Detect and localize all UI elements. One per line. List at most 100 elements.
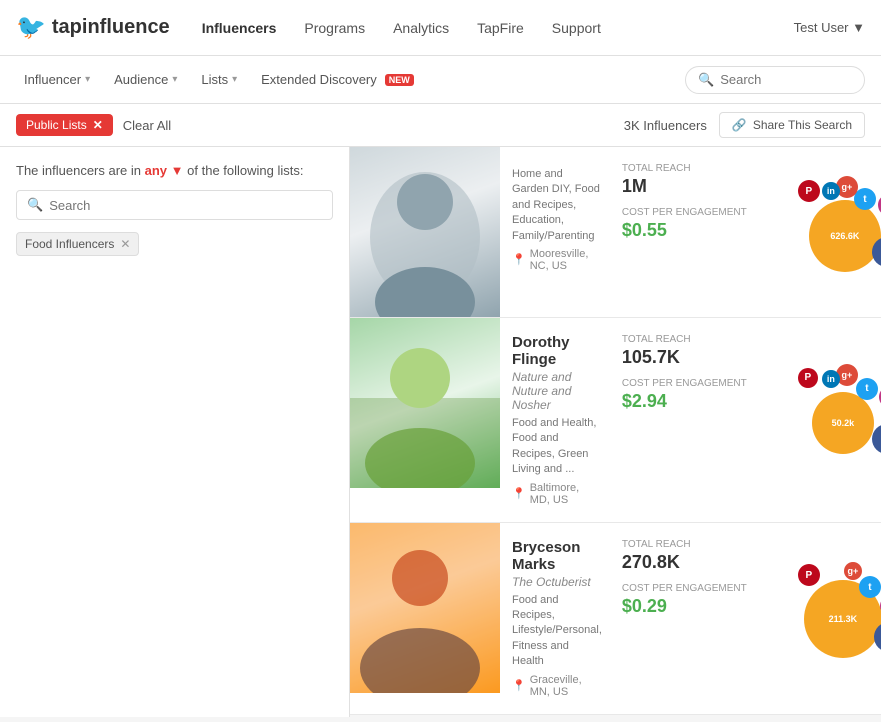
cpe-label: Cost per Engagement (622, 378, 766, 389)
total-reach-value: 270.8K (622, 552, 766, 573)
location-icon: 📍 (512, 253, 526, 266)
influencer-name: Dorothy Flinge (512, 334, 602, 368)
influencer-photo (350, 147, 500, 317)
logo[interactable]: 🐦 tapinfluence (16, 13, 170, 42)
bubble-container: 50.2k f t 📷 g+ in P (784, 360, 881, 480)
user-menu[interactable]: Test User ▼ (794, 20, 865, 35)
chevron-down-icon: ▾ (232, 74, 237, 85)
influencer-info: Dorothy Flinge Nature and Nuture and Nos… (500, 318, 614, 522)
influencer-name: Bryceson Marks (512, 539, 602, 573)
chevron-down-icon: ▾ (172, 74, 177, 85)
left-panel: The influencers are in any ▼ of the foll… (0, 147, 350, 717)
top-nav: 🐦 tapinfluence Influencers Programs Anal… (0, 0, 881, 56)
sub-nav-extended-discovery[interactable]: Extended Discovery NEW (253, 68, 422, 91)
cpe-value: $0.55 (622, 220, 766, 241)
sub-nav-lists[interactable]: Lists ▾ (193, 68, 245, 91)
bubble-container: 626.6K f t 📷 ▶ g+ in P (784, 172, 881, 292)
sub-nav-right: 🔍 (685, 66, 865, 94)
home-bubble[interactable]: 50.2k (812, 392, 874, 454)
search-icon: 🔍 (27, 197, 43, 213)
filter-right: 3K Influencers 🔗 Share This Search (624, 112, 865, 138)
share-button-label: Share This Search (753, 118, 852, 132)
clear-all-button[interactable]: Clear All (123, 118, 171, 133)
bubble-container: 211.3K f t 📷 g+ P (784, 558, 881, 678)
chevron-down-icon: ▾ (85, 74, 90, 85)
influencer-stats: Total Reach 270.8K Cost per Engagement $… (614, 523, 774, 714)
nav-item-influencers[interactable]: Influencers (202, 16, 277, 40)
cpe-label: Cost per Engagement (622, 583, 766, 594)
googleplus-bubble[interactable]: g+ (844, 562, 862, 580)
influencer-photo (350, 318, 500, 522)
location-icon: 📍 (512, 679, 526, 692)
filter-tag-label: Public Lists (26, 118, 87, 132)
influencer-location: 📍 Mooresville, NC, US (512, 248, 602, 272)
twitter-bubble[interactable]: t (854, 188, 876, 210)
content-area: The influencers are in any ▼ of the foll… (0, 147, 881, 717)
influencer-stats: Total Reach 105.7K Cost per Engagement $… (614, 318, 774, 522)
list-tag-close-icon[interactable]: ✕ (120, 237, 130, 251)
twitter-bubble[interactable]: t (856, 378, 878, 400)
nav-item-tapfire[interactable]: TapFire (477, 16, 524, 40)
nav-item-analytics[interactable]: Analytics (393, 16, 449, 40)
cpe-value: $0.29 (622, 596, 766, 617)
sub-nav: Influencer ▾ Audience ▾ Lists ▾ Extended… (0, 56, 881, 104)
nav-item-support[interactable]: Support (552, 16, 601, 40)
location-icon: 📍 (512, 487, 526, 500)
logo-icon: 🐦 (16, 13, 46, 42)
sub-nav-extended-label: Extended Discovery (261, 72, 377, 87)
influencer-card: Home and Garden DIY, Food and Recipes, E… (350, 147, 881, 318)
influencer-info: Bryceson Marks The Octuberist Food and R… (500, 523, 614, 714)
cpe-value: $2.94 (622, 391, 766, 412)
search-input[interactable] (720, 72, 840, 87)
list-search-box[interactable]: 🔍 (16, 190, 333, 220)
home-bubble[interactable]: 626.6K (809, 200, 881, 272)
sub-nav-influencer-label: Influencer (24, 72, 81, 87)
linkedin-bubble[interactable]: in (822, 370, 840, 388)
influencer-stats: Total Reach 1M Cost per Engagement $0.55 (614, 147, 774, 317)
influencer-card: Dorothy Flinge Nature and Nuture and Nos… (350, 318, 881, 523)
pinterest-bubble[interactable]: P (798, 368, 818, 388)
social-bubbles: 626.6K f t 📷 ▶ g+ in P (774, 147, 881, 317)
influencer-count: 3K Influencers (624, 118, 707, 133)
list-search-input[interactable] (49, 198, 322, 213)
main-nav: Influencers Programs Analytics TapFire S… (202, 16, 794, 40)
influencer-card: Bryceson Marks The Octuberist Food and R… (350, 523, 881, 715)
sub-nav-audience[interactable]: Audience ▾ (106, 68, 185, 91)
pinterest-bubble[interactable]: P (798, 564, 820, 586)
search-icon: 🔍 (698, 72, 714, 88)
cpe-label: Cost per Engagement (622, 207, 766, 218)
influencer-info: Home and Garden DIY, Food and Recipes, E… (500, 147, 614, 317)
twitter-bubble[interactable]: t (859, 576, 881, 598)
nav-item-programs[interactable]: Programs (304, 16, 365, 40)
total-reach-value: 105.7K (622, 347, 766, 368)
sub-nav-influencer[interactable]: Influencer ▾ (16, 68, 98, 91)
share-icon: 🔗 (732, 118, 747, 132)
pinterest-bubble[interactable]: P (798, 180, 820, 202)
total-reach-label: Total Reach (622, 163, 766, 174)
new-badge: NEW (385, 74, 414, 86)
social-bubbles: 50.2k f t 📷 g+ in P (774, 318, 881, 522)
right-panel: Home and Garden DIY, Food and Recipes, E… (350, 147, 881, 717)
total-reach-value: 1M (622, 176, 766, 197)
nav-right: Test User ▼ (794, 20, 865, 35)
sub-nav-audience-label: Audience (114, 72, 168, 87)
filter-bar: Public Lists ✕ Clear All 3K Influencers … (0, 104, 881, 147)
linkedin-bubble[interactable]: in (822, 182, 840, 200)
any-filter-toggle[interactable]: any ▼ (145, 163, 184, 178)
list-tag-food-influencers[interactable]: Food Influencers ✕ (16, 232, 139, 256)
total-reach-label: Total Reach (622, 334, 766, 345)
influencer-handle: Nature and Nuture and Nosher (512, 370, 602, 412)
influencer-categories: Food and Health, Food and Recipes, Green… (512, 416, 602, 478)
total-reach-label: Total Reach (622, 539, 766, 550)
search-box[interactable]: 🔍 (685, 66, 865, 94)
influencer-categories: Food and Recipes, Lifestyle/Personal, Fi… (512, 593, 602, 670)
social-bubbles: 211.3K f t 📷 g+ P (774, 523, 881, 714)
public-lists-filter-tag[interactable]: Public Lists ✕ (16, 114, 113, 136)
sub-nav-lists-label: Lists (201, 72, 228, 87)
influencer-handle: The Octuberist (512, 575, 602, 589)
logo-text: tapinfluence (52, 16, 170, 39)
share-search-button[interactable]: 🔗 Share This Search (719, 112, 865, 138)
influencer-location: 📍 Baltimore, MD, US (512, 482, 602, 506)
influencer-photo (350, 523, 500, 714)
filter-tag-close-icon[interactable]: ✕ (93, 118, 103, 132)
